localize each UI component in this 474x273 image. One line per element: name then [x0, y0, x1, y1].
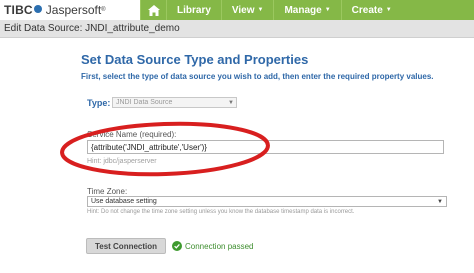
nav-create[interactable]: Create ▼	[340, 0, 402, 20]
nav-manage[interactable]: Manage ▼	[273, 0, 340, 20]
service-name-label: Service Name (required):	[87, 130, 177, 139]
type-select-value: JNDI Data Source	[116, 99, 173, 106]
time-zone-hint: Hint: Do not change the time zone settin…	[87, 209, 355, 215]
logo-mark: ®	[101, 7, 106, 13]
type-select[interactable]: JNDI Data Source ▼	[112, 97, 237, 108]
red-annotation-ellipse	[60, 121, 270, 177]
time-zone-select[interactable]: Use database setting ▼	[87, 196, 447, 207]
check-circle-icon	[172, 241, 182, 251]
chevron-down-icon: ▼	[324, 7, 331, 13]
nav-manage-label: Manage	[284, 4, 322, 16]
service-name-input[interactable]	[87, 140, 444, 154]
nav-library[interactable]: Library	[166, 0, 221, 20]
nav-create-label: Create	[351, 4, 383, 16]
connection-status: Connection passed	[172, 241, 254, 251]
chevron-down-icon: ▼	[257, 7, 264, 13]
nav-view[interactable]: View ▼	[220, 0, 274, 20]
type-label: Type:	[87, 98, 111, 108]
logo-orb-icon	[33, 5, 42, 13]
page-title: Set Data Source Type and Properties	[81, 52, 309, 67]
top-navigation-bar: TIBC Jaspersoft ® Library View ▼ Manage ▼ Cr…	[0, 0, 474, 20]
home-icon[interactable]	[140, 0, 166, 20]
instructions-text: First, select the type of data source yo…	[81, 72, 434, 81]
logo-suffix: Jaspersoft	[45, 3, 102, 17]
chevron-down-icon: ▼	[228, 99, 234, 106]
test-connection-button[interactable]: Test Connection	[86, 238, 166, 254]
time-zone-select-value: Use database setting	[91, 198, 157, 205]
chevron-down-icon: ▼	[385, 7, 392, 13]
nav-library-label: Library	[177, 4, 211, 16]
tibco-jaspersoft-logo[interactable]: TIBC Jaspersoft ®	[0, 0, 140, 20]
nav-view-label: View	[231, 4, 255, 16]
service-name-hint: Hint: jdbc/jasperserver	[87, 158, 157, 165]
logo-prefix: TIBC	[4, 3, 33, 17]
main-nav: Library View ▼ Manage ▼ Create ▼	[140, 0, 402, 20]
edit-data-source-bar: Edit Data Source: JNDI_attribute_demo	[0, 20, 474, 38]
time-zone-label: Time Zone:	[87, 187, 128, 196]
connection-status-text: Connection passed	[185, 241, 254, 251]
chevron-down-icon: ▼	[437, 198, 443, 205]
